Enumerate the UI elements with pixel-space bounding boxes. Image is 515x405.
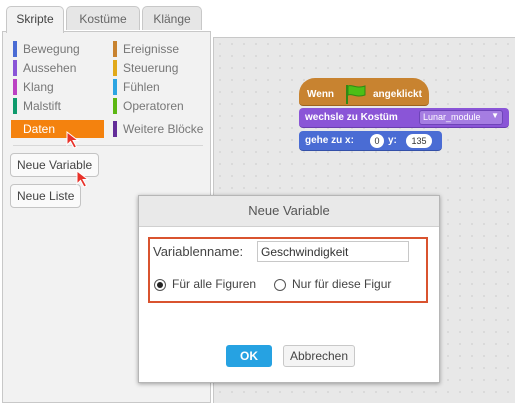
tab-kostueme[interactable]: Kostüme <box>66 6 140 30</box>
switch-costume-text: wechsle zu Kostüm <box>305 112 398 123</box>
radio-all-sprites[interactable] <box>154 279 166 291</box>
category-bewegung[interactable]: Bewegung <box>13 40 103 58</box>
tab-skripte[interactable]: Skripte <box>6 6 64 33</box>
hat-block-prefix: Wenn <box>307 89 335 100</box>
category-color-bar <box>13 60 17 76</box>
category-label: Daten <box>23 122 56 136</box>
radio-all-sprites-label[interactable]: Für alle Figuren <box>172 277 256 291</box>
pointer-arrow-icon <box>76 169 90 188</box>
category-weitere-bloecke[interactable]: Weitere Blöcke <box>113 120 209 138</box>
category-label: Bewegung <box>23 42 80 56</box>
new-list-button[interactable]: Neue Liste <box>10 184 82 208</box>
pointer-arrow-icon <box>66 130 80 149</box>
variable-settings-highlight: Variablenname: Für alle Figuren Nur für … <box>148 237 428 303</box>
costume-dropdown[interactable]: Lunar_module ▼ <box>419 110 503 125</box>
category-ereignisse[interactable]: Ereignisse <box>113 40 203 58</box>
cancel-button[interactable]: Abbrechen <box>283 345 355 367</box>
category-label: Steuerung <box>123 61 179 75</box>
costume-dropdown-value: Lunar_module <box>423 112 481 122</box>
category-label: Fühlen <box>123 80 160 94</box>
when-flag-clicked-block[interactable]: Wenn angeklickt <box>299 78 429 106</box>
tab-label: Kostüme <box>79 12 127 26</box>
green-flag-icon <box>346 85 366 104</box>
ok-button[interactable]: OK <box>226 345 272 367</box>
y-value-input[interactable]: 135 <box>406 134 432 148</box>
radio-this-sprite-only[interactable] <box>274 279 286 291</box>
category-label: Weitere Blöcke <box>123 122 204 136</box>
hat-block-suffix: angeklickt <box>373 89 422 100</box>
category-malstift[interactable]: Malstift <box>13 97 103 115</box>
category-color-bar <box>113 41 117 57</box>
category-color-bar <box>113 60 117 76</box>
category-aussehen[interactable]: Aussehen <box>13 59 103 77</box>
category-color-bar <box>113 121 117 137</box>
category-color-bar <box>13 79 17 95</box>
dialog-title: Neue Variable <box>139 196 439 227</box>
radio-this-sprite-label[interactable]: Nur für diese Figur <box>292 277 391 291</box>
category-color-bar <box>13 41 17 57</box>
category-steuerung[interactable]: Steuerung <box>113 59 203 77</box>
palette-divider <box>13 145 203 146</box>
go-to-text: gehe zu x: <box>305 135 354 146</box>
category-label: Ereignisse <box>123 42 180 56</box>
category-color-bar <box>113 79 117 95</box>
y-label: y: <box>388 135 397 146</box>
category-label: Aussehen <box>23 61 77 75</box>
category-daten[interactable]: Daten <box>11 120 104 138</box>
variable-name-input[interactable] <box>257 241 409 262</box>
category-label: Malstift <box>23 99 62 113</box>
new-variable-dialog: Neue Variable Variablenname: Für alle Fi… <box>138 195 440 383</box>
switch-costume-block[interactable]: wechsle zu Kostüm Lunar_module ▼ <box>299 108 509 128</box>
tab-label: Klänge <box>153 12 191 26</box>
category-color-bar <box>113 98 117 114</box>
category-fuehlen[interactable]: Fühlen <box>113 78 203 96</box>
category-label: Klang <box>23 80 54 94</box>
go-to-xy-block[interactable]: gehe zu x: 0 y: 135 <box>299 131 442 151</box>
tab-label: Skripte <box>16 12 54 26</box>
category-label: Operatoren <box>123 99 184 113</box>
tab-klaenge[interactable]: Klänge <box>142 6 202 30</box>
category-color-bar <box>13 98 17 114</box>
category-klang[interactable]: Klang <box>13 78 103 96</box>
variable-name-label: Variablenname: <box>153 244 244 259</box>
x-value-input[interactable]: 0 <box>370 134 384 148</box>
category-operatoren[interactable]: Operatoren <box>113 97 203 115</box>
dropdown-arrow-icon: ▼ <box>491 111 499 120</box>
